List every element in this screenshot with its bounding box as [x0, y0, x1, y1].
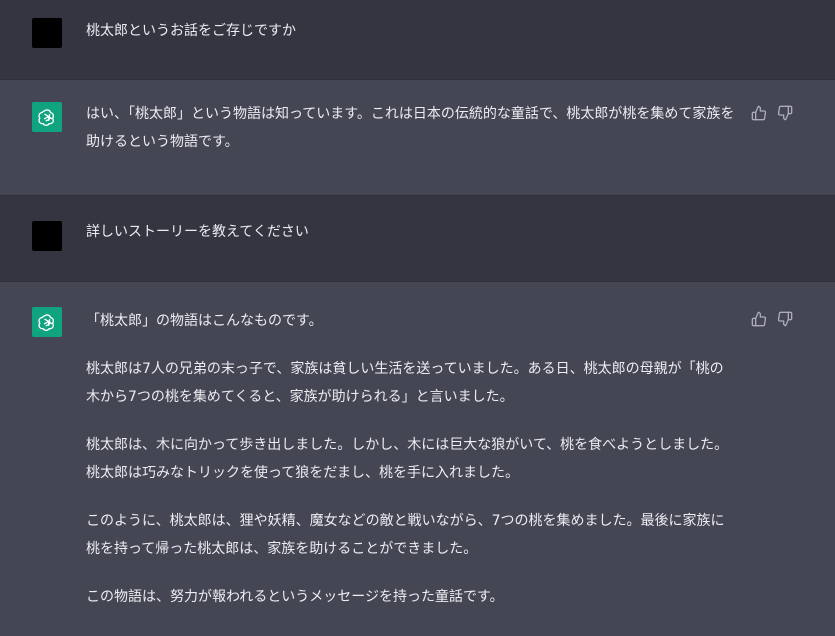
- message-paragraph: 「桃太郎」の物語はこんなものです。: [86, 313, 323, 329]
- assistant-message-text: 「桃太郎」の物語はこんなものです。 桃太郎は7人の兄弟の末っ子で、家族は貧しい生…: [86, 307, 736, 611]
- thumbs-down-icon[interactable]: [776, 104, 794, 122]
- assistant-message-text: はい、「桃太郎」という物語は知っています。これは日本の伝統的な童話で、桃太郎が桃…: [86, 100, 736, 156]
- assistant-message-row: 「桃太郎」の物語はこんなものです。 桃太郎は7人の兄弟の末っ子で、家族は貧しい生…: [0, 282, 835, 636]
- message-text: はい、「桃太郎」という物語は知っています。これは日本の伝統的な童話で、桃太郎が桃…: [86, 106, 735, 150]
- message-paragraph-text: 桃太郎は、木に向かって歩き出しました。しかし、木には巨大な狼がいて、桃を食べよう…: [86, 437, 729, 481]
- message-feedback: [750, 310, 794, 328]
- message-text: 詳しいストーリーを教えてください: [86, 224, 309, 240]
- message-paragraph: このように、桃太郎は、狸や妖精、魔女などの敵と戦いながら、7つの桃を集めました。…: [86, 513, 725, 557]
- message-paragraph: 桃太郎は7人の兄弟の末っ子で、家族は貧しい生活を送っていました。ある日、桃太郎の…: [86, 361, 724, 405]
- message-paragraph: この物語は、努力が報われるというメッセージを持った童話です。: [86, 589, 504, 605]
- message-text: 桃太郎というお話をご存じですか: [86, 23, 296, 39]
- assistant-message-row: はい、「桃太郎」という物語は知っています。これは日本の伝統的な童話で、桃太郎が桃…: [0, 80, 835, 196]
- user-avatar: [32, 221, 62, 251]
- openai-logo-icon: [32, 307, 62, 337]
- openai-logo-icon: [32, 102, 62, 132]
- user-message-text: 桃太郎というお話をご存じですか: [86, 17, 736, 45]
- thumbs-up-icon[interactable]: [750, 310, 768, 328]
- user-message-text: 詳しいストーリーを教えてください: [86, 218, 736, 246]
- user-message-row: 詳しいストーリーを教えてください: [0, 196, 835, 282]
- message-paragraph: 桃太郎は、木に向かって歩き出しました。しかし、木には巨大な狼がいて、桃を食べよう…: [86, 431, 736, 487]
- message-feedback: [750, 104, 794, 122]
- thumbs-up-icon[interactable]: [750, 104, 768, 122]
- user-message-row: 桃太郎というお話をご存じですか: [0, 0, 835, 80]
- user-avatar: [32, 18, 62, 48]
- thumbs-down-icon[interactable]: [776, 310, 794, 328]
